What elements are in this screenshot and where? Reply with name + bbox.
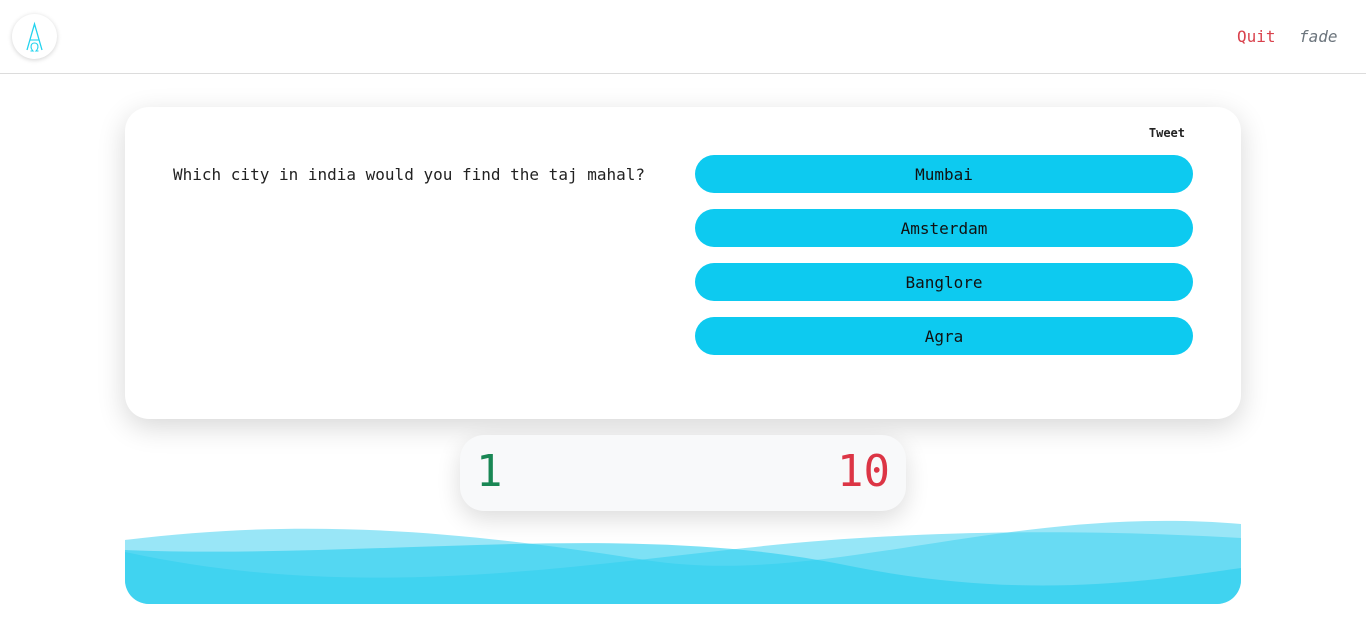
question-card: Tweet Which city in india would you find… [125,107,1241,419]
option-button-2[interactable]: Amsterdam [695,209,1193,247]
option-button-1[interactable]: Mumbai [695,155,1193,193]
logo-a-omega-icon [26,21,43,52]
option-button-4[interactable]: Agra [695,317,1193,355]
total-questions-number: 10 [837,446,890,497]
score-panel: 1 10 [460,435,906,511]
fade-link[interactable]: fade [1299,27,1338,47]
quit-link[interactable]: Quit [1237,27,1276,47]
current-question-number: 1 [476,446,503,497]
logo[interactable] [12,14,57,59]
tweet-button[interactable]: Tweet [1149,126,1185,140]
navbar: Quit fade [0,0,1366,74]
question-text: Which city in india would you find the t… [173,165,646,184]
option-button-3[interactable]: Banglore [695,263,1193,301]
wave-decoration [125,510,1241,604]
